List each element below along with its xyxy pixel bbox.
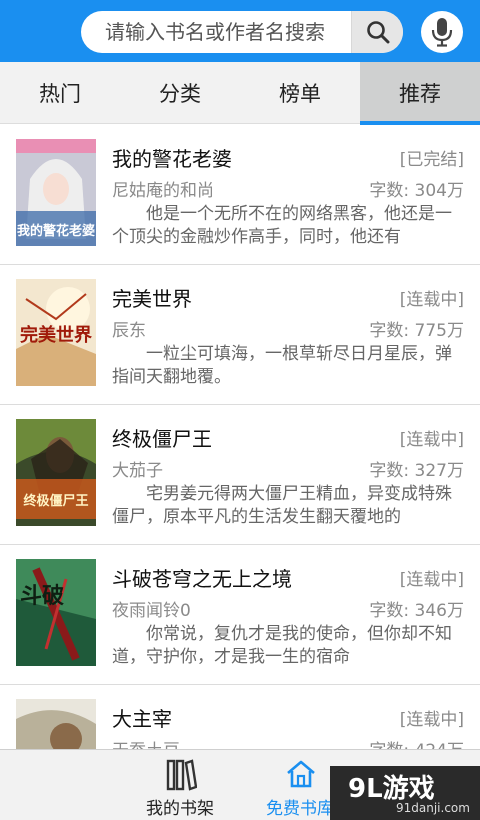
book-title: 我的警花老婆 bbox=[112, 147, 232, 171]
bookshelf-icon bbox=[166, 759, 197, 791]
watermark-main-text: 9L游戏 bbox=[348, 774, 435, 804]
book-cover: 斗破 bbox=[16, 559, 96, 666]
voice-search-button[interactable] bbox=[421, 11, 463, 53]
microphone-icon bbox=[431, 18, 453, 47]
home-icon bbox=[287, 760, 315, 788]
tab-category[interactable]: 分类 bbox=[120, 62, 240, 124]
book-cover-title: 终极僵尸王 bbox=[23, 493, 88, 509]
book-status: [连载中] bbox=[399, 430, 464, 450]
watermark-url: 91danji.com bbox=[396, 801, 470, 815]
book-author: 尼姑庵的和尚 bbox=[112, 181, 214, 201]
book-item[interactable]: 斗破 斗破苍穹之无上之境 [连载中] 夜雨闻铃0 字数: 346万 你常说，复仇… bbox=[0, 545, 480, 685]
book-word-count: 字数: 775万 bbox=[369, 321, 464, 341]
book-description: 你常说，复仇才是我的使命，但你却不知道，守护你，才是我一生的宿命 bbox=[112, 624, 452, 667]
book-item[interactable]: 大主宰 [连载中] 天蚕土豆 字数: 424万 bbox=[0, 685, 480, 749]
book-cover-title: 完美世界 bbox=[20, 324, 92, 346]
search-box bbox=[81, 11, 403, 53]
book-cover-title: 我的警花老婆 bbox=[17, 223, 95, 239]
book-title: 斗破苍穹之无上之境 bbox=[112, 567, 292, 591]
search-icon bbox=[366, 21, 389, 44]
top-bar bbox=[0, 0, 480, 62]
search-button[interactable] bbox=[351, 11, 403, 53]
book-author: 夜雨闻铃0 bbox=[112, 601, 191, 621]
book-cover bbox=[16, 699, 96, 749]
book-item[interactable]: 我的警花老婆 我的警花老婆 [已完结] 尼姑庵的和尚 字数: 304万 他是一个… bbox=[0, 125, 480, 265]
book-word-count: 字数: 327万 bbox=[369, 461, 464, 481]
book-author: 天蚕土豆 bbox=[112, 736, 180, 749]
book-cover-title: 斗破 bbox=[20, 583, 64, 609]
book-word-count: 字数: 424万 bbox=[369, 736, 464, 749]
tab-hot[interactable]: 热门 bbox=[0, 62, 120, 124]
book-status: [已完结] bbox=[399, 150, 464, 170]
book-description: 宅男姜元得两大僵尸王精血，异变成特殊僵尸，原本平凡的生活发生翻天覆地的 bbox=[112, 484, 452, 527]
book-author: 大茄子 bbox=[112, 461, 163, 481]
book-item[interactable]: 完美世界 完美世界 [连载中] 辰东 字数: 775万 一粒尘可填海，一根草斩尽… bbox=[0, 265, 480, 405]
book-list: 我的警花老婆 我的警花老婆 [已完结] 尼姑庵的和尚 字数: 304万 他是一个… bbox=[0, 125, 480, 749]
book-description: 他是一个无所不在的网络黑客，他还是一个顶尖的金融炒作高手，同时，他还有 bbox=[112, 204, 452, 247]
book-title: 大主宰 bbox=[112, 707, 172, 731]
book-status: [连载中] bbox=[399, 570, 464, 590]
watermark-logo: 9L游戏 91danji.com bbox=[330, 766, 480, 820]
book-author: 辰东 bbox=[112, 321, 146, 341]
book-description: 一粒尘可填海，一根草斩尽日月星辰，弹指间天翻地覆。 bbox=[112, 344, 452, 387]
search-input[interactable] bbox=[81, 11, 351, 53]
book-word-count: 字数: 346万 bbox=[369, 601, 464, 621]
tab-ranking[interactable]: 榜单 bbox=[240, 62, 360, 124]
book-status: [连载中] bbox=[399, 710, 464, 730]
tab-recommend[interactable]: 推荐 bbox=[360, 62, 480, 125]
book-cover: 终极僵尸王 bbox=[16, 419, 96, 526]
nav-bookshelf[interactable]: 我的书架 bbox=[120, 750, 240, 820]
book-cover: 完美世界 bbox=[16, 279, 96, 386]
book-item[interactable]: 终极僵尸王 终极僵尸王 [连载中] 大茄子 字数: 327万 宅男姜元得两大僵尸… bbox=[0, 405, 480, 545]
book-title: 完美世界 bbox=[112, 287, 192, 311]
nav-bookshelf-label: 我的书架 bbox=[146, 799, 214, 819]
book-title: 终极僵尸王 bbox=[112, 427, 212, 451]
book-status: [连载中] bbox=[399, 290, 464, 310]
book-cover: 我的警花老婆 bbox=[16, 139, 96, 246]
book-word-count: 字数: 304万 bbox=[369, 181, 464, 201]
category-tabs: 热门 分类 榜单 推荐 bbox=[0, 62, 480, 125]
